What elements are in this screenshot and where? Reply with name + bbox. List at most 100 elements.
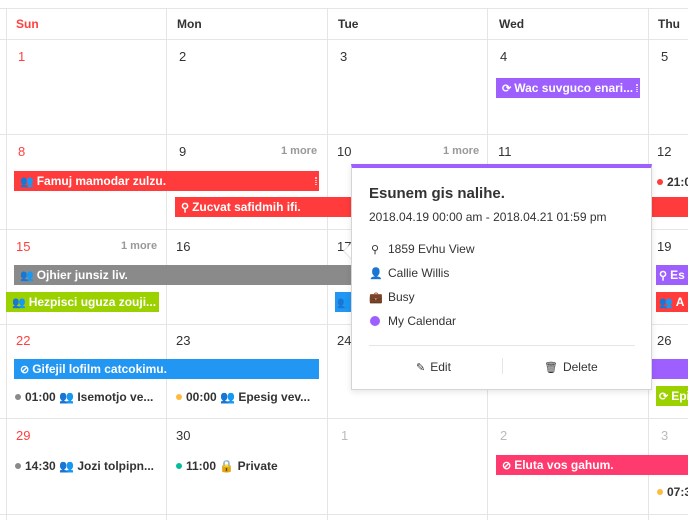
event-blue-partial[interactable]: 👥 [335,292,351,312]
event-title: Wac suvguco enari... [514,81,634,95]
dayname-wed: Wed [499,17,525,31]
more-link[interactable]: 1 more [443,145,479,157]
trash-icon: 🗑 [544,362,558,374]
event-famuj[interactable]: 👥 Famuj mamodar zulzu. [14,171,319,191]
users-icon: 👥 [659,297,673,309]
more-link[interactable]: 1 more [121,240,157,252]
event-time: 21:0 [667,175,688,189]
date-cell[interactable]: 24 [337,333,351,348]
date-cell[interactable]: 10 [337,144,351,159]
grid-line [6,8,7,520]
event-thu-red[interactable]: 👥 A [656,292,688,312]
calendar-text: My Calendar [388,314,457,328]
date-cell[interactable]: 16 [176,239,190,254]
calendar-color-icon [369,316,381,328]
user-icon: 👤 [369,268,383,280]
users-icon: 👥 [220,390,235,404]
event-thu-lime[interactable]: ⟳Epi [656,386,688,406]
popup-divider [369,345,635,346]
event-title: Epi [671,389,688,403]
date-cell[interactable]: 23 [176,333,190,348]
lock-icon: 🔒 [219,459,235,473]
date-cell[interactable]: 3 [661,428,668,443]
popup-location: ⚲ 1859 Evhu View [369,242,475,256]
dayname-header: Sun Mon Tue Wed Thu [0,8,688,40]
briefcase-icon: 💼 [369,292,383,304]
event-title: Isemotjo ve... [77,390,154,404]
event-thu-purple-bar[interactable] [652,359,688,379]
event-time: 07:3 [667,485,688,499]
event-title: Zucvat safidmih ifi. [192,200,301,214]
event-hezpisci[interactable]: 👥 Hezpisci uguza zouji... [6,292,159,312]
event-zucvat-continued[interactable] [652,197,688,217]
event-eluta[interactable]: ⊘ Eluta vos gahum. [496,455,688,475]
timed-event[interactable]: 21:0 [657,173,688,191]
edit-label: Edit [430,360,451,374]
calendar-dot [176,463,182,469]
calendar-dot [657,179,663,185]
location-pin-icon: ⚲ [659,270,668,282]
event-ojhier[interactable]: 👥 Ojhier junsiz liv. [14,265,351,285]
event-time: 00:00 [186,390,217,404]
more-link[interactable]: 1 more [281,145,317,157]
event-zucvat[interactable]: ⚲ Zucvat safidmih ifi. [175,197,351,217]
date-cell[interactable]: 2 [500,428,507,443]
grid-line [166,8,167,520]
date-cell[interactable]: 29 [16,428,30,443]
event-time: 11:00 [186,459,217,473]
date-cell[interactable]: 4 [500,49,507,64]
date-cell[interactable]: 12 [657,144,671,159]
repeat-icon: ⟳ [502,83,512,95]
button-divider [502,358,503,374]
edit-button[interactable]: ✎ Edit [416,360,451,374]
event-title: Eluta vos gahum. [514,458,614,472]
date-cell[interactable]: 1 [18,49,25,64]
event-wac[interactable]: ⟳ Wac suvguco enari... [496,78,640,98]
date-cell[interactable]: 15 [16,239,30,254]
date-cell[interactable]: 5 [661,49,668,64]
date-cell[interactable]: 9 [179,144,186,159]
calendar-dot [657,489,663,495]
ban-icon: ⊘ [502,460,512,472]
popup-date-range: 2018.04.19 00:00 am - 2018.04.21 01:59 p… [369,210,607,224]
event-gifejil[interactable]: ⊘ Gifejil lofilm catcokimu. [14,359,319,379]
date-cell[interactable]: 26 [657,333,671,348]
event-title: Ojhier junsiz liv. [36,268,128,282]
grid-line [0,418,688,419]
users-icon: 👥 [337,297,351,309]
date-cell[interactable]: 3 [340,49,347,64]
timed-event[interactable]: 00:00 👥 Epesig vev... [176,388,321,406]
users-icon: 👥 [20,176,34,188]
delete-button[interactable]: 🗑 Delete [544,360,598,374]
grid-line [327,8,328,520]
date-cell[interactable]: 2 [179,49,186,64]
popup-arrow [343,243,351,259]
resize-handle[interactable] [315,177,317,185]
event-title: Gifejil lofilm catcokimu. [32,362,167,376]
date-cell[interactable]: 8 [18,144,25,159]
location-pin-icon: ⚲ [181,202,190,214]
timed-event[interactable]: 14:30 👥 Jozi tolpipn... [15,457,160,475]
event-time: 14:30 [25,459,56,473]
popup-state: 💼 Busy [369,290,415,304]
date-cell[interactable]: 1 [341,428,348,443]
date-cell[interactable]: 19 [657,239,671,254]
timed-event[interactable]: 07:3 [657,483,688,501]
date-cell[interactable]: 22 [16,333,30,348]
delete-label: Delete [562,360,598,374]
event-thu-purple[interactable]: ⚲ Es [656,265,688,285]
event-title: Jozi tolpipn... [77,459,155,473]
resize-handle[interactable] [636,84,638,92]
event-time: 01:00 [25,390,56,404]
date-cell[interactable]: 30 [176,428,190,443]
timed-event[interactable]: 01:00 👥 Isemotjo ve... [15,388,160,406]
calendar-dot [15,394,21,400]
timed-event[interactable]: 11:00 🔒 Private [176,457,321,475]
repeat-icon: ⟳ [659,391,669,403]
state-text: Busy [388,290,415,304]
grid-line [0,514,688,515]
date-cell[interactable]: 11 [498,144,512,159]
ban-icon: ⊘ [20,364,30,376]
attendee-text: Callie Willis [388,266,450,280]
dayname-thu: Thu [658,17,680,31]
